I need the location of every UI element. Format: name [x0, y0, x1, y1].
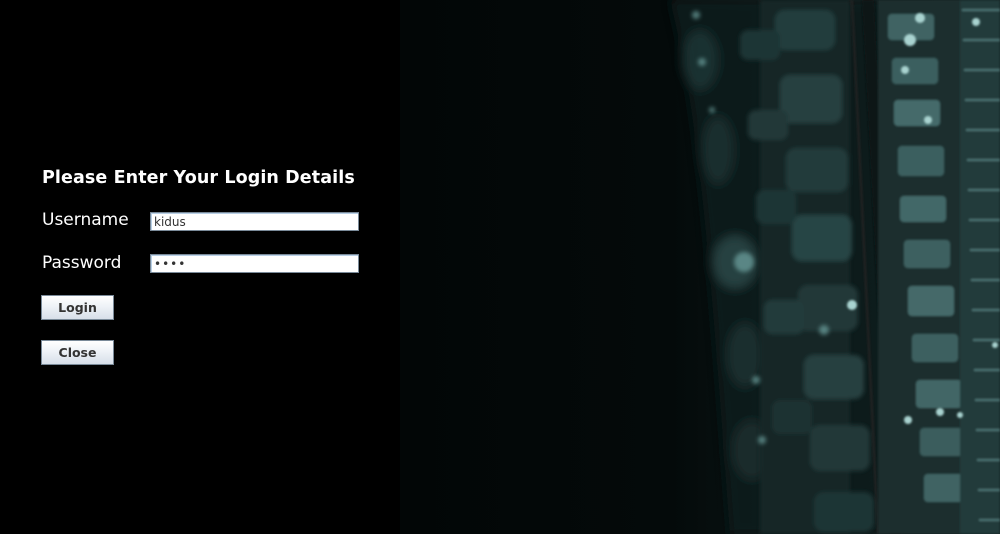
username-label: Username [42, 210, 129, 230]
login-heading: Please Enter Your Login Details [42, 168, 355, 188]
close-button[interactable]: Close [41, 340, 114, 365]
username-field[interactable] [150, 212, 359, 231]
login-button[interactable]: Login [41, 295, 114, 320]
background-photo [400, 0, 1000, 534]
login-panel: Please Enter Your Login Details Username… [0, 0, 400, 534]
password-label: Password [42, 253, 122, 273]
password-field[interactable] [150, 254, 359, 273]
login-window: Please Enter Your Login Details Username… [0, 0, 1000, 534]
